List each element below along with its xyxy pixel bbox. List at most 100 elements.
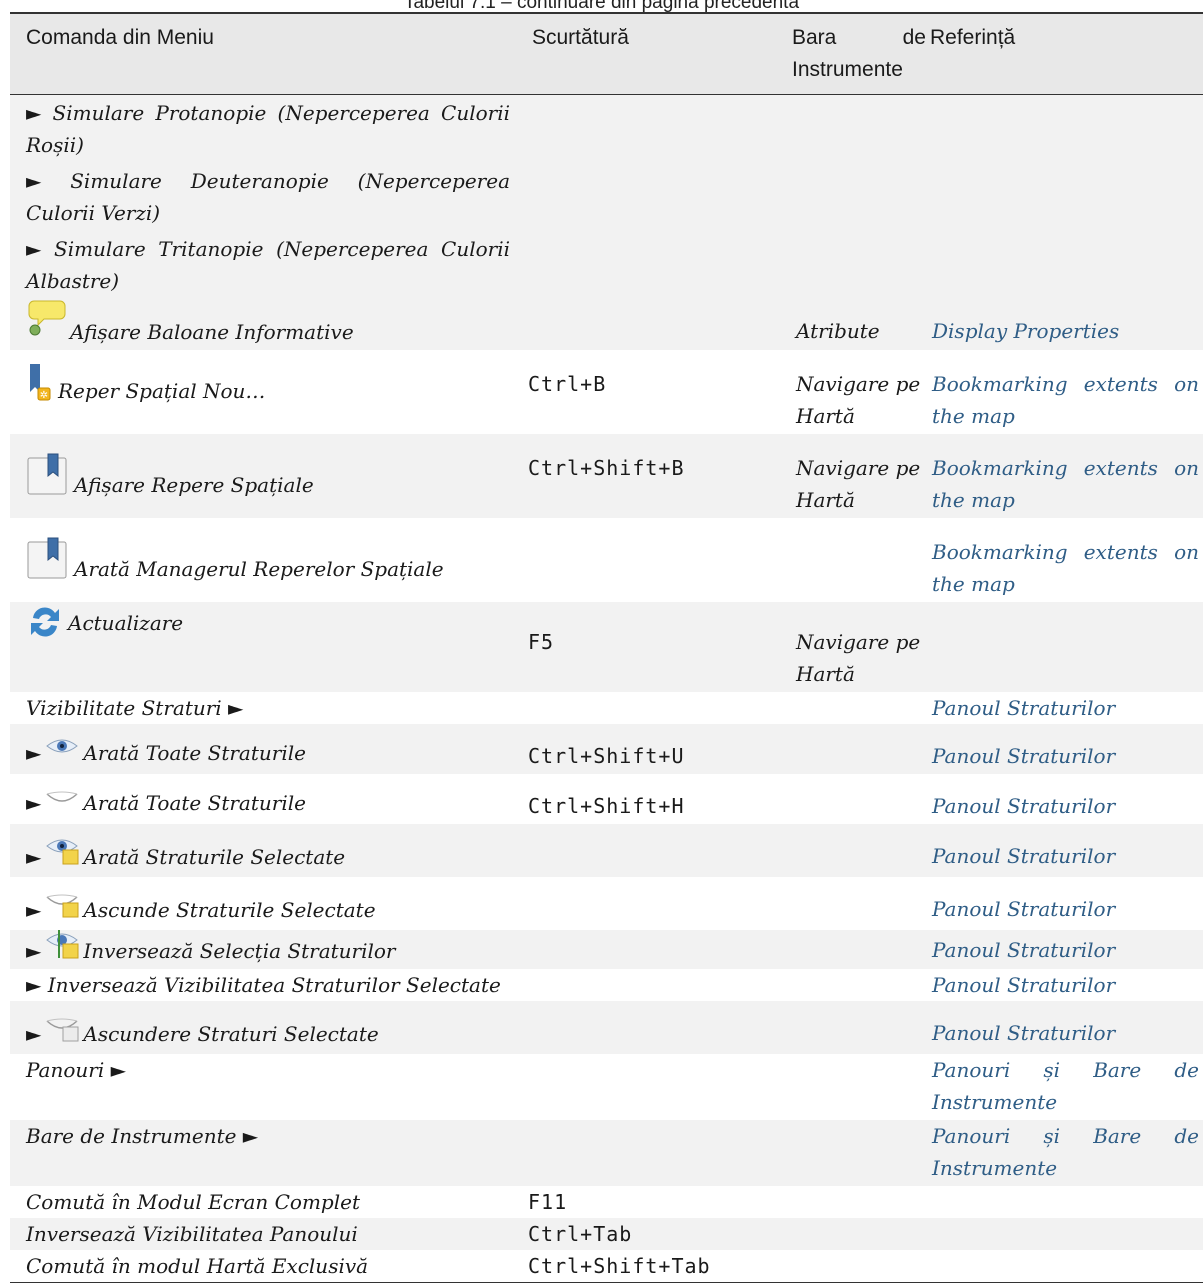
command-cell: Arată Managerul Reperelor Spațiale: [10, 518, 516, 602]
command-cell: ► Simulare Tritanopie (Neperceperea Culo…: [26, 237, 510, 293]
command-label: Afișare Baloane Informative: [70, 320, 354, 344]
toolbar-cell: [782, 824, 926, 877]
toolbar-cell: [782, 1218, 926, 1250]
table-row: Vizibilitate Straturi ► Panoul Straturil…: [10, 692, 1203, 724]
shortcut-cell: [516, 95, 782, 164]
command-label: Inversează Selecția Straturilor: [83, 939, 396, 963]
reference-cell[interactable]: [926, 95, 1203, 164]
toolbar-cell: [782, 877, 926, 930]
new-bookmark-icon: ✲: [26, 364, 54, 413]
command-cell: ✲ Reper Spațial Nou…: [10, 350, 516, 434]
command-cell: ► Ascunde Straturile Selectate: [10, 877, 516, 930]
command-cell: ► Inversează Selecția Straturilor: [10, 930, 516, 969]
menu-commands-table: Comanda din Meniu Scurtătură Bara de Ins…: [10, 12, 1203, 1283]
table-row: Panouri ► Panouri și Bare de Instrumente: [10, 1054, 1203, 1120]
toolbar-cell: Navigare pe Hartă: [796, 372, 921, 428]
reference-cell[interactable]: Panoul Straturilor: [926, 877, 1203, 930]
command-label: Reper Spațial Nou…: [58, 379, 266, 403]
shortcut-cell: [516, 518, 782, 602]
table-row: Comută în Modul Ecran Complet F11: [10, 1186, 1203, 1218]
reference-cell[interactable]: [926, 602, 1203, 692]
shortcut-cell: [516, 299, 782, 350]
reference-cell[interactable]: Panouri și Bare de Instrumente: [926, 1120, 1203, 1186]
shortcut-cell: Ctrl+Shift+H: [528, 794, 685, 818]
show-bookmarks-icon: [26, 452, 70, 505]
toolbar-cell: Navigare pe Hartă: [796, 630, 921, 686]
toolbar-cell: [782, 1001, 926, 1054]
toolbar-cell: [782, 930, 926, 969]
command-label: Ascundere Straturi Selectate: [83, 1022, 379, 1046]
reference-cell[interactable]: Panoul Straturilor: [926, 930, 1203, 969]
command-label: Actualizare: [68, 611, 184, 635]
command-cell: ► Ascundere Straturi Selectate: [10, 1001, 516, 1054]
table-row: ► Simulare Protanopie (Neperceperea Culo…: [10, 94, 1203, 164]
reference-cell[interactable]: Bookmarking extents on the map: [926, 350, 1203, 434]
reference-cell[interactable]: Display Properties: [926, 299, 1203, 350]
toolbar-cell: [782, 692, 926, 724]
shortcut-cell: Ctrl+B: [528, 372, 607, 396]
table-row: ► Arată Toate Straturile Ctrl+Shift+U Pa…: [10, 724, 1203, 774]
reference-cell[interactable]: [926, 163, 1203, 231]
toolbar-cell: [782, 95, 926, 164]
table-row: ► Ascundere Straturi Selectate Panoul St…: [10, 1001, 1203, 1054]
table-row: ► Ascunde Straturile Selectate Panoul St…: [10, 877, 1203, 930]
shortcut-cell: [516, 824, 782, 877]
command-cell: Vizibilitate Straturi ►: [26, 696, 244, 720]
command-label: Arată Toate Straturile: [83, 791, 306, 815]
shortcut-cell: [516, 692, 782, 724]
table-row: ► Inversează Selecția Straturilor Panoul…: [10, 930, 1203, 969]
command-cell: ► Simulare Deuteranopie (Neperceperea Cu…: [26, 169, 510, 225]
shortcut-cell: Ctrl+Shift+Tab: [528, 1254, 711, 1278]
submenu-arrow: ►: [26, 898, 42, 922]
toolbar-cell: [782, 1186, 926, 1218]
reference-cell[interactable]: Panoul Straturilor: [926, 724, 1203, 774]
reference-cell[interactable]: Panoul Straturilor: [926, 692, 1203, 724]
reference-cell[interactable]: [926, 1186, 1203, 1218]
toolbar-cell: [782, 969, 926, 1001]
reference-cell[interactable]: Panoul Straturilor: [926, 1001, 1203, 1054]
toolbar-cell: [782, 1120, 926, 1186]
header-shortcut: Scurtătură: [532, 26, 629, 49]
command-cell: Afișare Baloane Informative: [10, 299, 516, 350]
reference-cell[interactable]: [926, 231, 1203, 299]
shortcut-cell: [516, 1054, 782, 1120]
command-cell: Panouri ►: [26, 1058, 126, 1082]
table-row: ► Inversează Vizibilitatea Straturilor S…: [10, 969, 1203, 1001]
command-cell: Afișare Repere Spațiale: [10, 434, 516, 518]
map-tips-icon: [26, 299, 66, 348]
table-row: Afișare Repere Spațiale Ctrl+Shift+B Nav…: [10, 434, 1203, 518]
table-row: ► Arată Toate Straturile Ctrl+Shift+H Pa…: [10, 774, 1203, 824]
reference-cell[interactable]: Panoul Straturilor: [926, 774, 1203, 824]
submenu-arrow: ►: [26, 845, 42, 869]
command-cell: ► Simulare Protanopie (Neperceperea Culo…: [26, 101, 510, 157]
header-command: Comanda din Meniu: [26, 26, 214, 49]
toolbar-cell: [782, 518, 926, 602]
shortcut-cell: [516, 969, 782, 1001]
shortcut-cell: [516, 1001, 782, 1054]
table-row: ► Arată Straturile Selectate Panoul Stra…: [10, 824, 1203, 877]
shortcut-cell: Ctrl+Shift+B: [528, 456, 685, 480]
command-label: Arată Managerul Reperelor Spațiale: [74, 557, 444, 581]
reference-cell[interactable]: Panoul Straturilor: [926, 969, 1203, 1001]
hide-selected-layers-icon: [45, 889, 79, 928]
table-row: Bare de Instrumente ► Panouri și Bare de…: [10, 1120, 1203, 1186]
refresh-icon: [26, 602, 64, 651]
shortcut-cell: [516, 163, 782, 231]
shortcut-cell: [516, 877, 782, 930]
shortcut-cell: [516, 231, 782, 299]
table-row: Afișare Baloane Informative Atribute Dis…: [10, 299, 1203, 350]
submenu-arrow: ►: [26, 791, 42, 815]
toolbar-cell: Navigare pe Hartă: [796, 456, 921, 512]
reference-cell[interactable]: Bookmarking extents on the map: [926, 434, 1203, 518]
command-cell: ► Arată Straturile Selectate: [10, 824, 516, 877]
toolbar-cell: [782, 774, 926, 824]
reference-cell[interactable]: [926, 1218, 1203, 1250]
reference-cell[interactable]: Bookmarking extents on the map: [926, 518, 1203, 602]
toolbar-cell: [782, 231, 926, 299]
reference-cell[interactable]: [926, 1250, 1203, 1283]
reference-cell[interactable]: Panoul Straturilor: [926, 824, 1203, 877]
command-cell: Actualizare: [10, 602, 516, 692]
command-label: Afișare Repere Spațiale: [74, 473, 314, 497]
reference-cell[interactable]: Panouri și Bare de Instrumente: [926, 1054, 1203, 1120]
toolbar-cell: [782, 724, 926, 774]
